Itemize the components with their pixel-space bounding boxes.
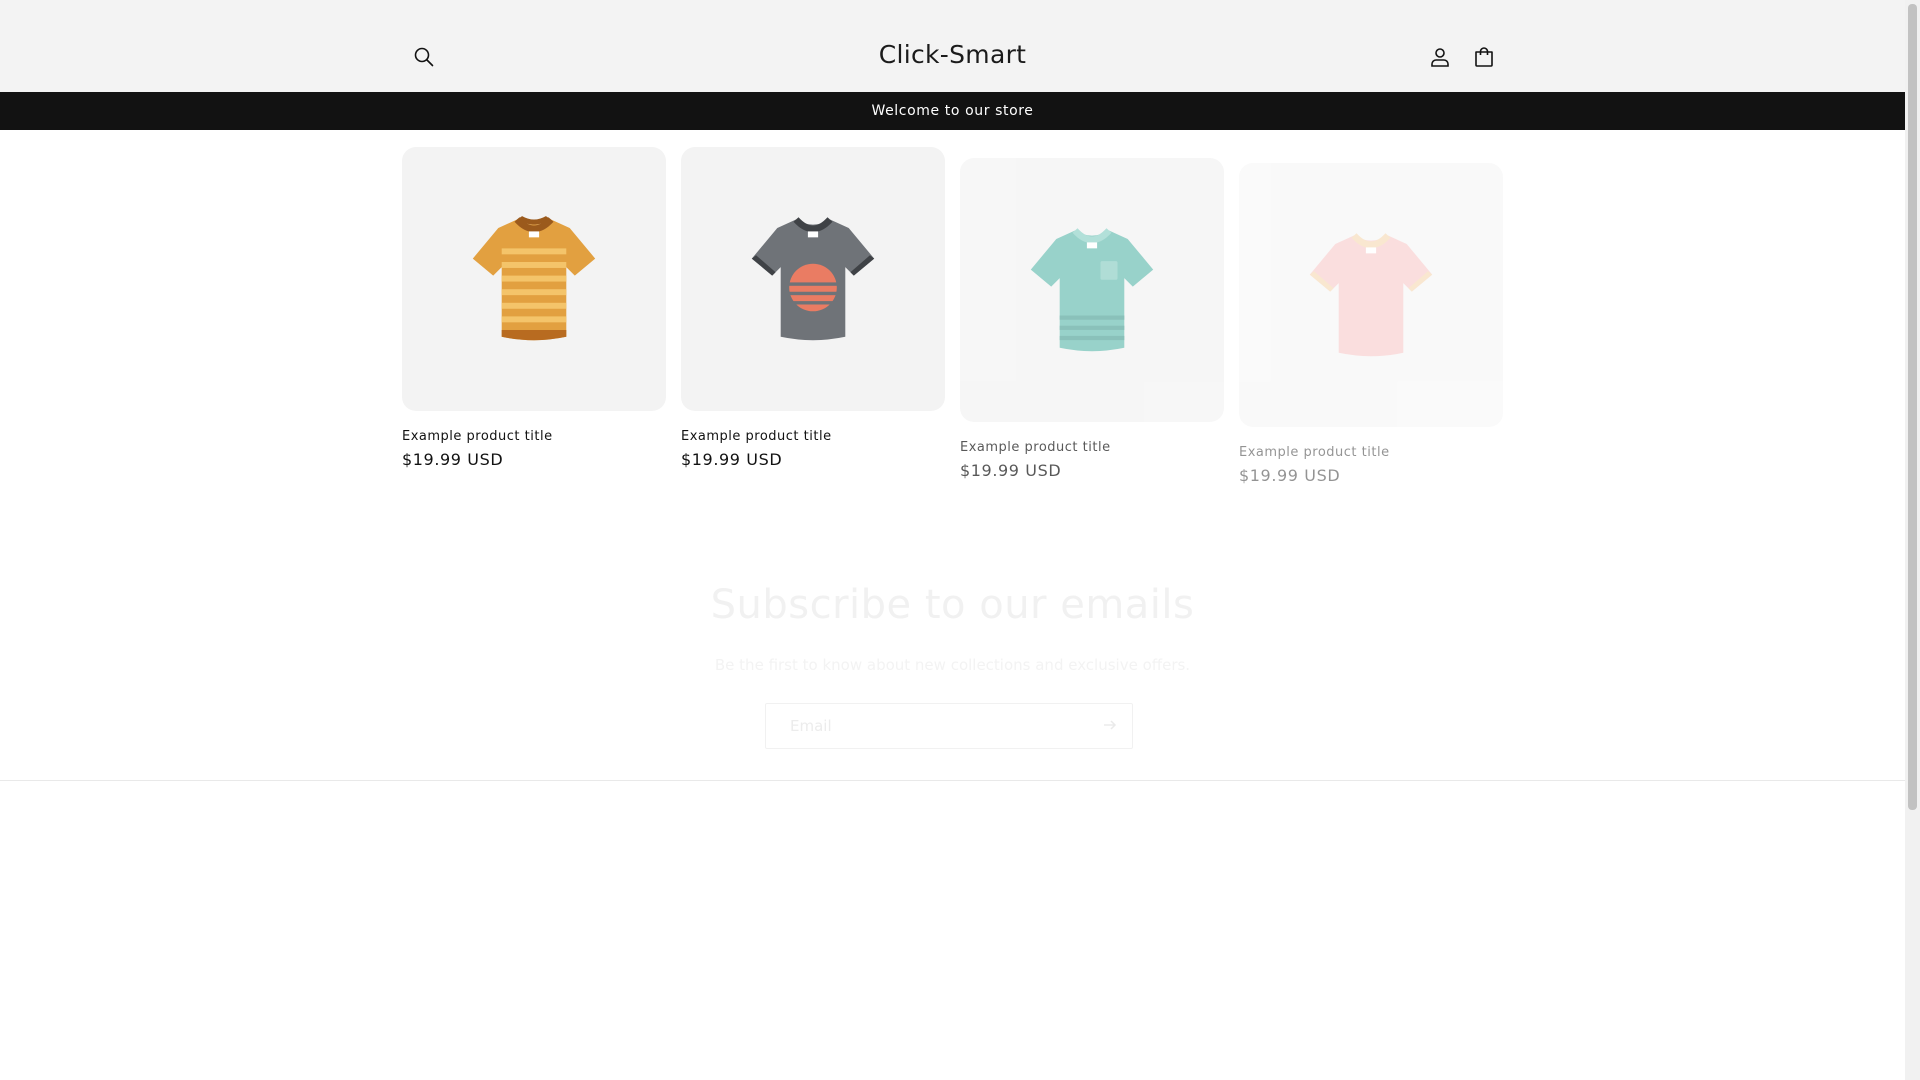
- newsletter-heading: Subscribe to our emails: [710, 582, 1195, 628]
- product-card[interactable]: Example product title $19.99 USD: [402, 147, 666, 469]
- arrow-right-icon[interactable]: [1102, 717, 1118, 733]
- announcement-text: Welcome to our store: [871, 103, 1034, 119]
- product-grid: Example product title $19.99 USD Example…: [402, 147, 1504, 487]
- product-title[interactable]: Example product title: [402, 429, 666, 444]
- scrollbar-thumb[interactable]: [1908, 4, 1917, 810]
- product-title[interactable]: Example product title: [681, 429, 945, 444]
- store-logo[interactable]: Click-Smart: [0, 40, 1905, 69]
- product-price: $19.99 USD: [960, 461, 1062, 480]
- product-card[interactable]: Example product title $19.99 USD: [681, 147, 945, 469]
- product-title[interactable]: Example product title: [1239, 445, 1503, 460]
- product-price: $19.99 USD: [1239, 466, 1341, 485]
- product-image[interactable]: [402, 147, 666, 411]
- cart-icon[interactable]: [1462, 35, 1506, 79]
- email-input[interactable]: [766, 704, 1092, 748]
- footer-divider: [0, 780, 1905, 781]
- product-title[interactable]: Example product title: [960, 440, 1224, 455]
- product-price: $19.99 USD: [681, 450, 783, 469]
- product-card[interactable]: Example product title $19.99 USD: [1239, 163, 1503, 485]
- product-image[interactable]: [681, 147, 945, 411]
- striped-orange-tshirt-icon: [472, 216, 596, 341]
- grey-sunset-tshirt-icon: [751, 217, 875, 341]
- product-card[interactable]: Example product title $19.99 USD: [960, 158, 1224, 480]
- product-image[interactable]: [1239, 163, 1503, 427]
- announcement-bar: Welcome to our store: [0, 92, 1905, 130]
- newsletter-section: Subscribe to our emails Be the first to …: [0, 560, 1905, 780]
- product-price: $19.99 USD: [402, 450, 504, 469]
- newsletter-subtext: Be the first to know about new collectio…: [714, 656, 1191, 674]
- product-image[interactable]: [960, 158, 1224, 422]
- newsletter-form: [765, 703, 1133, 749]
- page-scrollbar[interactable]: [1905, 0, 1920, 1080]
- page: Click-Smart Welcome to our store Example…: [0, 0, 1905, 1080]
- teal-pocket-tshirt-icon: [1030, 228, 1154, 352]
- account-icon[interactable]: [1418, 35, 1462, 79]
- site-header: Click-Smart: [0, 0, 1905, 93]
- pink-tshirt-icon: [1309, 233, 1433, 357]
